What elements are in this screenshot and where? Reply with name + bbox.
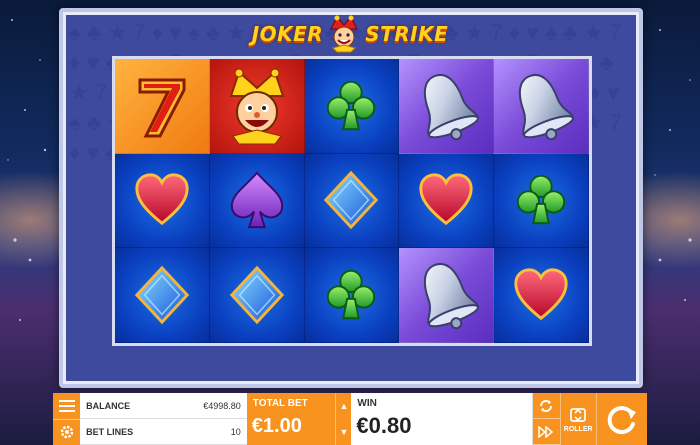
reel-grid xyxy=(112,56,592,346)
total-bet-panel: TOTAL BET €1.00 ▲ ▼ xyxy=(246,393,352,445)
caret-up-icon: ▲ xyxy=(339,401,349,411)
settings-button[interactable] xyxy=(53,419,81,445)
autoplay-button[interactable] xyxy=(532,393,560,419)
menu-icon xyxy=(58,399,75,412)
game-logo: JOKER STRIKE xyxy=(240,12,460,56)
spin-icon xyxy=(607,406,636,435)
heart-symbol-icon xyxy=(135,173,189,226)
logo-word-left: JOKER xyxy=(251,22,324,46)
reel-cell xyxy=(494,153,589,249)
reel-cell xyxy=(304,248,400,343)
diamond-symbol-icon xyxy=(229,265,284,325)
fast-forward-icon xyxy=(538,425,554,438)
reel-cell xyxy=(304,153,400,249)
reel-cell xyxy=(209,153,305,249)
betlines-row: BET LINES 10 xyxy=(80,419,247,445)
betlines-value: 10 xyxy=(230,426,241,437)
club-symbol-icon xyxy=(516,175,566,225)
betlines-label: BET LINES xyxy=(86,426,134,437)
reel-cell xyxy=(209,248,305,343)
reel-cell xyxy=(115,248,210,343)
roller-button[interactable]: ROLLER xyxy=(559,393,596,445)
reel-cell xyxy=(494,59,589,154)
spade-symbol-icon xyxy=(230,171,283,229)
balance-value: €4998.80 xyxy=(203,400,241,411)
roller-icon xyxy=(570,407,587,422)
bell-symbol-icon xyxy=(424,263,480,330)
bet-decrease-button[interactable]: ▼ xyxy=(335,419,351,445)
win-value: €0.80 xyxy=(356,413,412,438)
heart-symbol-icon xyxy=(514,268,568,321)
reel-cell xyxy=(115,59,210,154)
balance-label: BALANCE xyxy=(86,400,131,411)
win-label: WIN xyxy=(357,398,377,409)
reel-cell xyxy=(209,59,305,154)
caret-down-icon: ▼ xyxy=(339,427,349,437)
reel-cell xyxy=(399,248,495,343)
reel-cell xyxy=(494,248,589,343)
reel-cell xyxy=(304,59,400,154)
autoplay-icon xyxy=(540,399,553,412)
left-buttons xyxy=(53,393,81,445)
control-bar: BALANCE €4998.80 BET LINES 10 TOTAL BET … xyxy=(53,393,647,445)
gear-icon xyxy=(60,426,73,439)
play-mode-buttons xyxy=(532,393,560,445)
reel-cell xyxy=(115,153,210,249)
logo-word-right: STRIKE xyxy=(365,22,449,46)
bet-stepper: ▲ ▼ xyxy=(335,393,351,445)
diamond-symbol-icon xyxy=(324,171,379,230)
win-panel: WIN €0.80 xyxy=(351,393,533,445)
reel-cell xyxy=(399,59,495,154)
bell-symbol-icon xyxy=(424,73,480,141)
menu-button[interactable] xyxy=(53,393,81,420)
diamond-symbol-icon xyxy=(134,265,190,325)
bet-increase-button[interactable]: ▲ xyxy=(335,393,351,419)
bell-symbol-icon xyxy=(519,73,575,141)
spin-button[interactable] xyxy=(595,393,647,445)
club-symbol-icon xyxy=(327,269,376,320)
heart-symbol-icon xyxy=(419,173,473,226)
club-symbol-icon xyxy=(327,80,376,131)
total-bet-label: TOTAL BET xyxy=(252,398,308,409)
fast-play-button[interactable] xyxy=(532,419,560,445)
jester-logo-icon xyxy=(330,15,359,53)
balance-row: BALANCE €4998.80 xyxy=(80,393,247,419)
roller-label: ROLLER xyxy=(563,425,593,433)
jester-symbol-icon xyxy=(229,68,285,145)
seven-symbol-icon xyxy=(138,78,186,138)
balance-panel: BALANCE €4998.80 BET LINES 10 xyxy=(80,393,247,445)
total-bet-value: €1.00 xyxy=(251,415,302,437)
reel-cell xyxy=(399,153,495,249)
